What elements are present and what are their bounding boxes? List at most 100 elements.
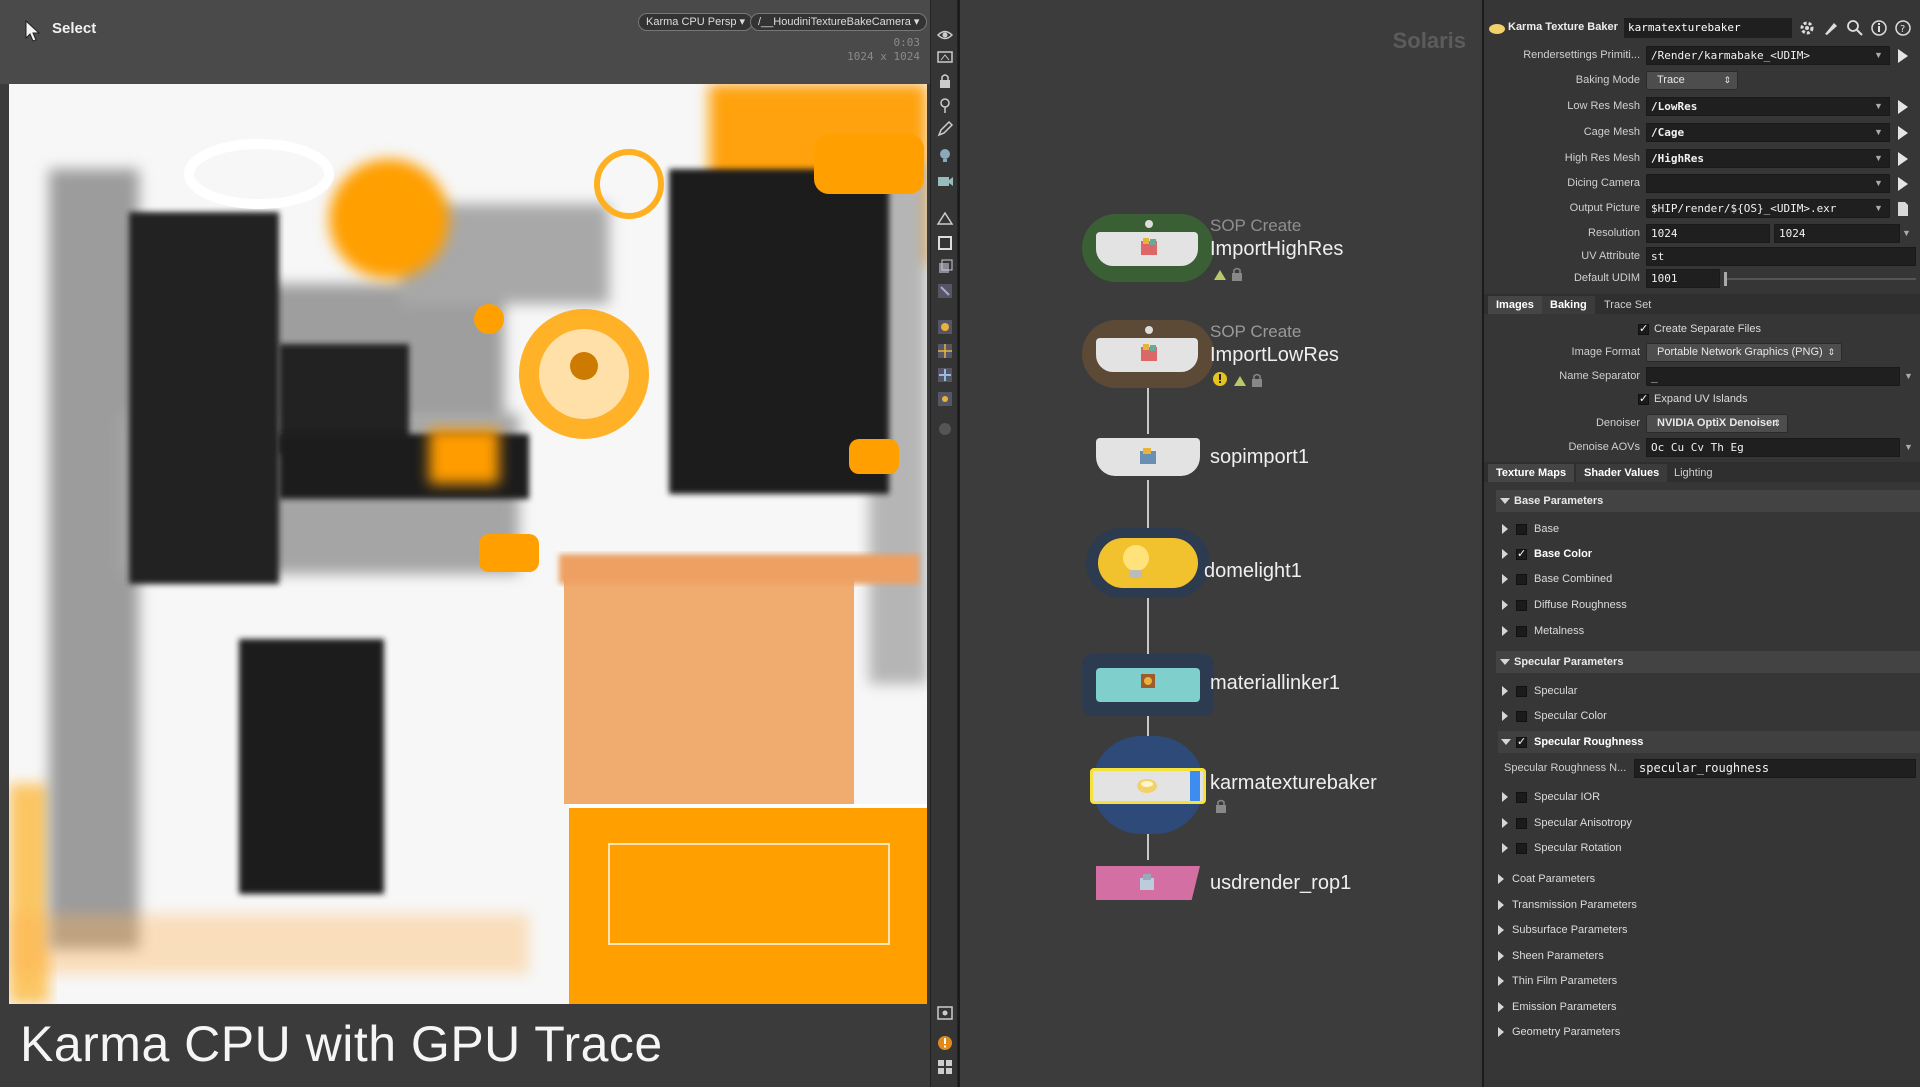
uv-attribute-field[interactable]: st (1646, 247, 1916, 266)
jump-arrow-icon[interactable] (1898, 49, 1908, 63)
expand-triangle-icon[interactable] (1498, 900, 1504, 910)
section-transmission-parameters[interactable]: Transmission Parameters (1498, 894, 1920, 916)
section-base-parameters[interactable]: Base Parameters (1496, 490, 1920, 512)
item-base-color[interactable]: ✓ Base Color (1498, 543, 1920, 565)
base-combined-checkbox[interactable] (1516, 574, 1527, 585)
specular-roughness-checkbox[interactable]: ✓ (1516, 737, 1527, 748)
handle-icon[interactable] (936, 390, 954, 408)
node-importlowres[interactable] (1082, 320, 1214, 388)
node-domelight1[interactable] (1086, 528, 1210, 598)
pen-icon[interactable] (936, 120, 954, 138)
item-specular-roughness[interactable]: ✓ Specular Roughness (1498, 731, 1920, 753)
section-sheen-parameters[interactable]: Sheen Parameters (1498, 945, 1920, 967)
specular-rotation-checkbox[interactable] (1516, 843, 1527, 854)
item-base-combined[interactable]: Base Combined (1498, 568, 1920, 590)
image-format-menu[interactable]: Portable Network Graphics (PNG) ⇕ (1646, 343, 1842, 362)
expand-triangle-icon[interactable] (1502, 711, 1508, 721)
tab-texture-maps[interactable]: Texture Maps (1488, 464, 1575, 482)
dropdown-arrow-icon[interactable]: ▼ (1902, 228, 1911, 238)
baking-mode-menu[interactable]: Trace ⇕ (1646, 71, 1738, 90)
item-specular-anisotropy[interactable]: Specular Anisotropy (1498, 812, 1920, 834)
item-diffuse-roughness[interactable]: Diffuse Roughness (1498, 594, 1920, 616)
help-icon[interactable]: ? (1894, 19, 1912, 37)
dropdown-arrow-icon[interactable]: ▼ (1874, 178, 1883, 188)
base-checkbox[interactable] (1516, 524, 1527, 535)
expand-triangle-icon[interactable] (1502, 600, 1508, 610)
section-emission-parameters[interactable]: Emission Parameters (1498, 996, 1920, 1018)
expand-triangle-icon[interactable] (1502, 818, 1508, 828)
expand-triangle-icon[interactable] (1502, 549, 1508, 559)
select-arrow-icon[interactable] (24, 20, 42, 42)
dicing-camera-field[interactable] (1646, 174, 1890, 193)
snapshot-icon[interactable] (936, 48, 954, 66)
jump-arrow-icon[interactable] (1898, 100, 1908, 114)
tab-lighting[interactable]: Lighting (1666, 464, 1721, 482)
dropdown-arrow-icon[interactable]: ▼ (1904, 371, 1913, 381)
tab-shader-values[interactable]: Shader Values (1576, 464, 1668, 482)
resolution-y-field[interactable]: 1024 (1774, 224, 1900, 243)
low-res-mesh-field[interactable]: /LowRes (1646, 97, 1890, 116)
sun-light-icon[interactable] (936, 318, 954, 336)
item-base[interactable]: Base (1498, 518, 1920, 540)
expand-triangle-icon[interactable] (1502, 574, 1508, 584)
expand-triangle-icon[interactable] (1502, 524, 1508, 534)
denoise-aovs-field[interactable]: Oc Cu Cv Th Eg (1646, 438, 1900, 457)
wireframe-icon[interactable] (936, 210, 954, 228)
high-res-mesh-field[interactable]: /HighRes (1646, 149, 1890, 168)
node-name-field[interactable]: karmatexturebaker (1624, 18, 1792, 38)
record-icon[interactable] (936, 420, 954, 438)
rendersettings-field[interactable]: /Render/karmabake_<UDIM> (1646, 46, 1890, 65)
default-udim-field[interactable]: 1001 (1646, 269, 1720, 288)
geometry-icon[interactable] (936, 258, 954, 276)
udim-slider-track[interactable] (1724, 278, 1916, 280)
node-input-dot[interactable] (1145, 326, 1153, 334)
dropdown-arrow-icon[interactable]: ▼ (1904, 442, 1913, 452)
section-coat-parameters[interactable]: Coat Parameters (1498, 868, 1920, 890)
section-subsurface-parameters[interactable]: Subsurface Parameters (1498, 919, 1920, 941)
item-metalness[interactable]: Metalness (1498, 620, 1920, 642)
camera-menu[interactable]: Karma CPU Persp ▾ (638, 13, 754, 31)
section-geometry-parameters[interactable]: Geometry Parameters (1498, 1021, 1920, 1043)
network-editor[interactable]: Solaris SOP Create ImportHighRes SOP Cre… (958, 0, 1482, 1087)
item-specular[interactable]: Specular (1498, 680, 1920, 702)
cage-mesh-field[interactable]: /Cage (1646, 123, 1890, 142)
dropdown-arrow-icon[interactable]: ▼ (1874, 203, 1883, 213)
file-browse-icon[interactable] (1896, 201, 1910, 217)
base-color-checkbox[interactable]: ✓ (1516, 549, 1527, 560)
name-separator-field[interactable]: _ (1646, 367, 1900, 386)
camera-icon[interactable] (936, 172, 954, 190)
expand-triangle-icon[interactable] (1502, 626, 1508, 636)
node-karmatexturebaker[interactable] (1090, 736, 1206, 834)
node-importhighres[interactable] (1082, 214, 1214, 282)
expand-triangle-icon[interactable] (1498, 874, 1504, 884)
dropdown-arrow-icon[interactable]: ▼ (1874, 101, 1883, 111)
specular-checkbox[interactable] (1516, 686, 1527, 697)
udim-slider-handle[interactable] (1724, 272, 1727, 286)
section-thin-film-parameters[interactable]: Thin Film Parameters (1498, 970, 1920, 992)
tab-images[interactable]: Images (1488, 296, 1542, 314)
item-specular-ior[interactable]: Specular IOR (1498, 786, 1920, 808)
expand-triangle-icon[interactable] (1502, 792, 1508, 802)
specular-anisotropy-checkbox[interactable] (1516, 818, 1527, 829)
diffuse-roughness-checkbox[interactable] (1516, 600, 1527, 611)
expand-triangle-icon[interactable] (1498, 1002, 1504, 1012)
item-specular-color[interactable]: Specular Color (1498, 705, 1920, 727)
denoiser-menu[interactable]: NVIDIA OptiX Denoiser ⇕ (1646, 414, 1788, 433)
output-picture-field[interactable]: $HIP/render/${OS}_<UDIM>.exr (1646, 199, 1890, 218)
dropdown-arrow-icon[interactable]: ▼ (1874, 50, 1883, 60)
dropdown-arrow-icon[interactable]: ▼ (1874, 127, 1883, 137)
warning-icon[interactable] (936, 1034, 954, 1052)
select-tool-icon[interactable] (936, 282, 954, 300)
node-usdrender-rop1[interactable] (1096, 866, 1200, 900)
specular-roughness-name-field[interactable]: specular_roughness (1634, 759, 1916, 778)
grid-icon[interactable] (936, 342, 954, 360)
node-input-dot[interactable] (1145, 220, 1153, 228)
node-materiallinker1[interactable] (1082, 654, 1214, 716)
tab-baking[interactable]: Baking (1542, 296, 1595, 314)
brush-icon[interactable] (1822, 19, 1840, 37)
section-specular-parameters[interactable]: Specular Parameters (1496, 651, 1920, 673)
expand-triangle-icon[interactable] (1502, 686, 1508, 696)
expand-triangle-icon[interactable] (1498, 976, 1504, 986)
node-sopimport1[interactable] (1096, 438, 1200, 476)
specular-ior-checkbox[interactable] (1516, 792, 1527, 803)
